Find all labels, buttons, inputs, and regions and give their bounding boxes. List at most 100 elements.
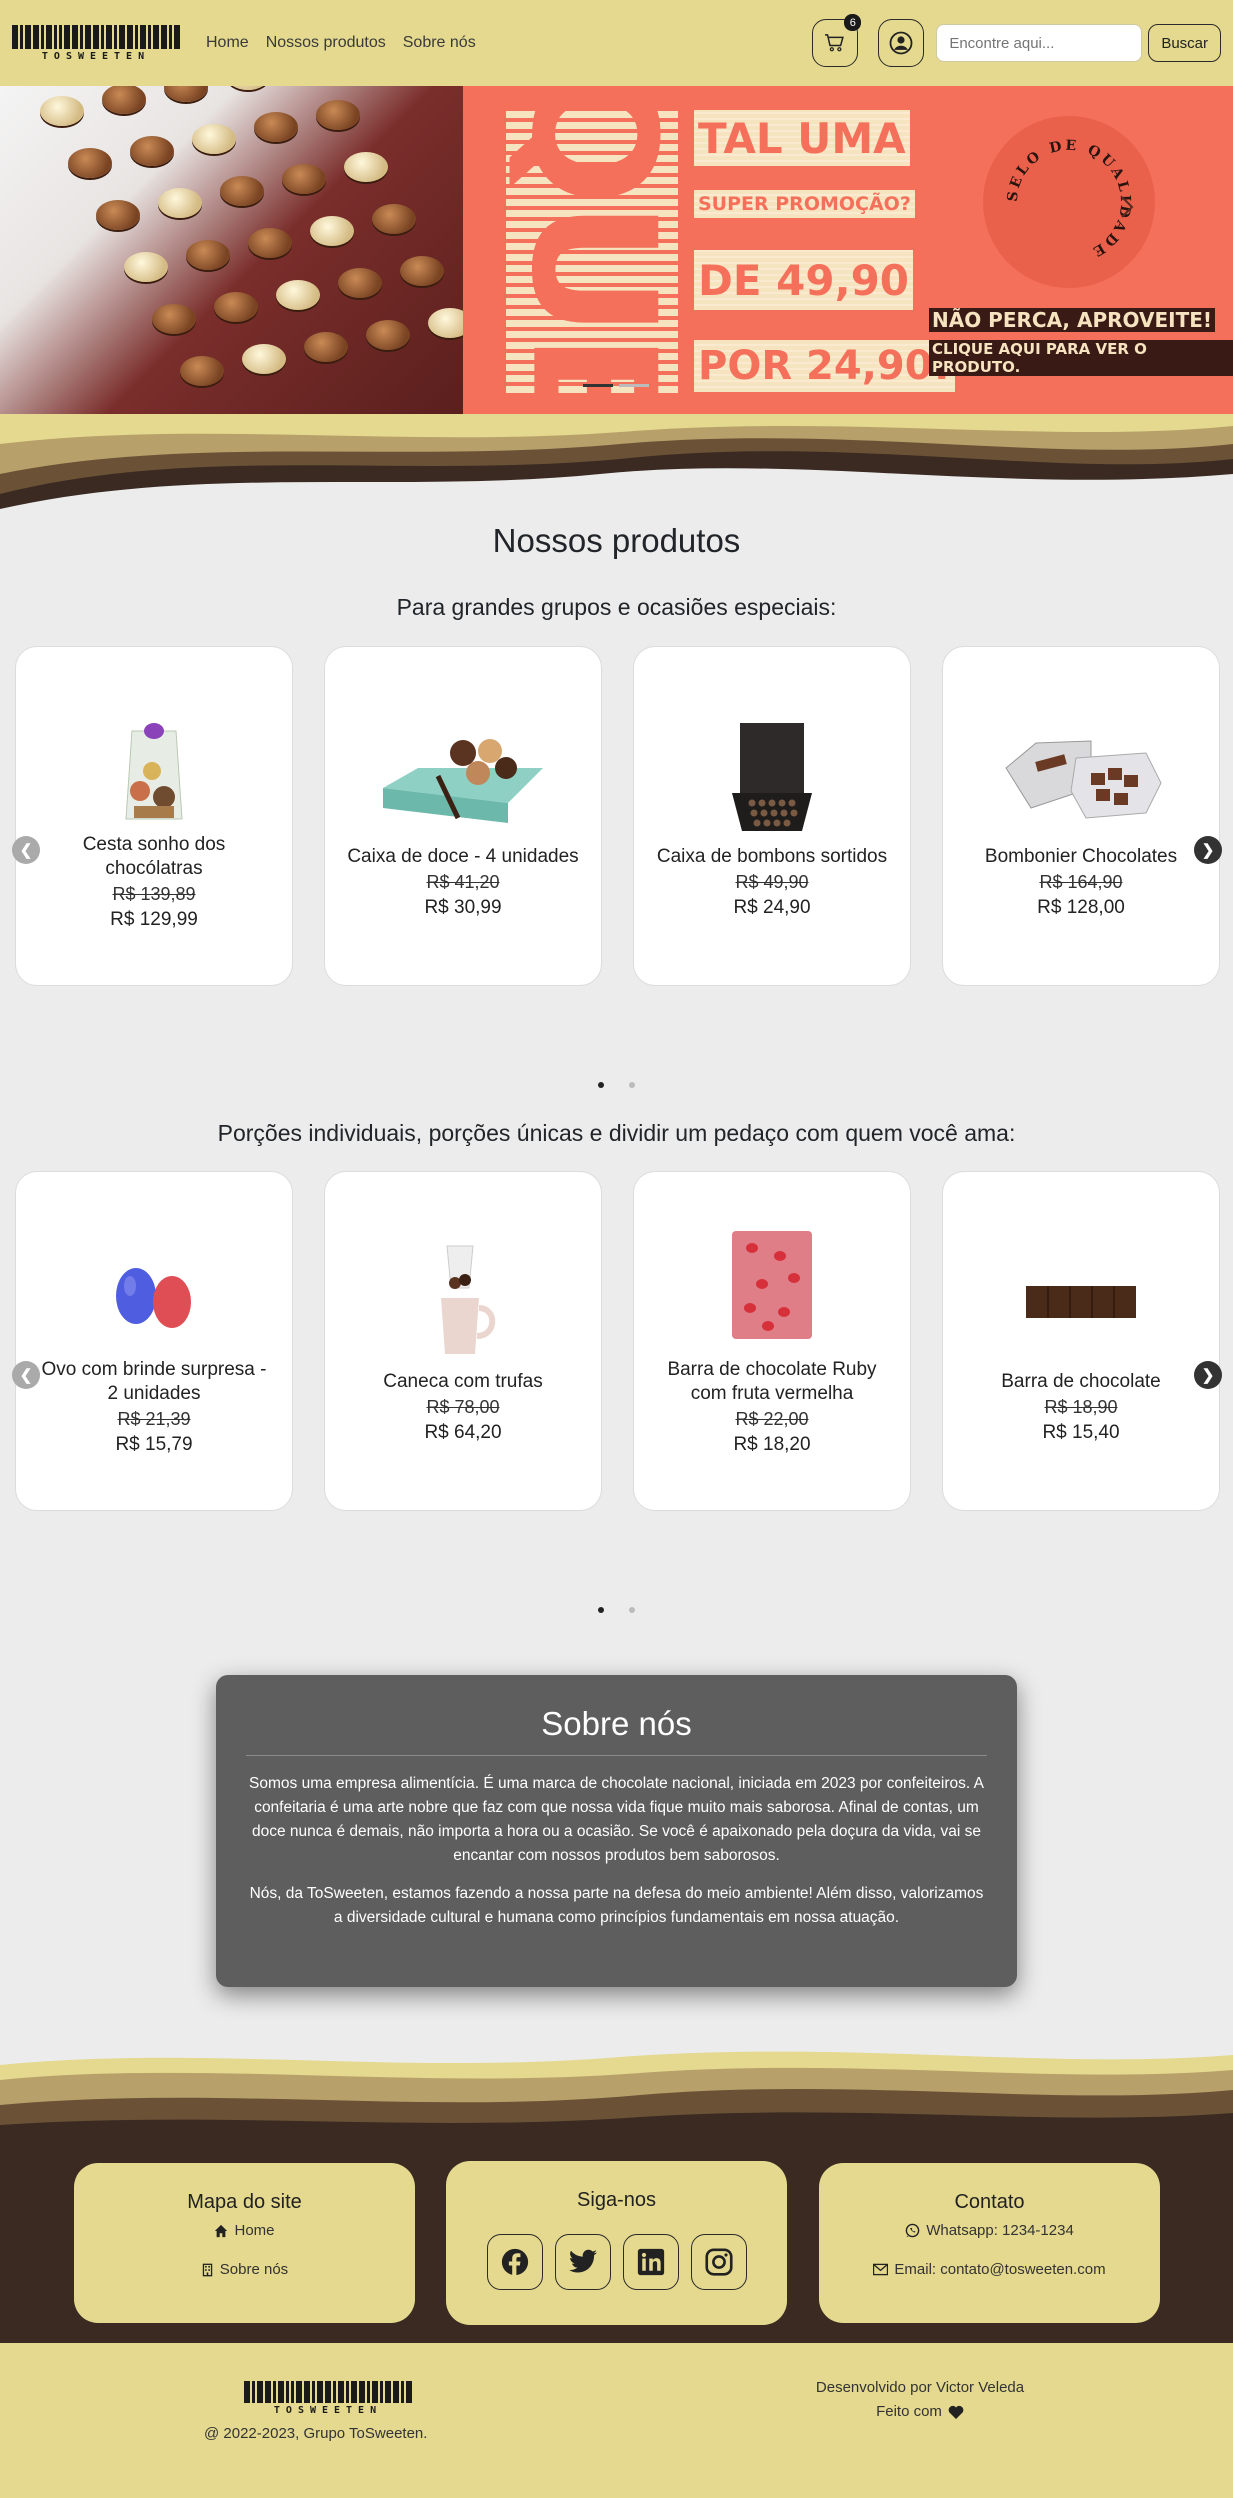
twitter-button[interactable] (554, 2234, 611, 2290)
nav-link-home[interactable]: Home (206, 34, 249, 52)
promo-banner[interactable]: QUE TAL UMA SUPER PROMOÇÃO? DE 49,90 POR… (0, 86, 1233, 414)
product-card-basket[interactable]: Cesta sonho dos chocólatras R$ 139,89 R$… (15, 646, 293, 986)
sitemap-home-link[interactable]: Home (74, 2222, 415, 2239)
account-button[interactable] (878, 19, 925, 67)
bonbon-shape (158, 188, 202, 218)
product-name: Ovo com brinde surpresa - 2 unidades (41, 1358, 267, 1404)
bonbon-shape (282, 164, 326, 194)
product-name: Cesta sonho dos chocólatras (82, 833, 226, 879)
nav-link-products[interactable]: Nossos produtos (266, 34, 386, 52)
product-card-bonbon-box[interactable]: Caixa de bombons sortidos R$ 49,90 R$ 24… (633, 646, 911, 986)
product-card-mug[interactable]: Caneca com trufas R$ 78,00 R$ 64,20 (324, 1171, 602, 1511)
bonbon-shape (164, 86, 208, 102)
bonbon-shape (276, 280, 320, 310)
bonbon-shape (40, 96, 84, 126)
search-input[interactable] (936, 24, 1143, 62)
bonbon-shape (192, 124, 236, 154)
brand-logo[interactable]: TOSWEETEN (12, 24, 180, 62)
banner-indicator-2[interactable] (619, 384, 649, 387)
about-paragraph-2: Nós, da ToSweeten, estamos fazendo a nos… (249, 1885, 984, 1926)
product-old-price: R$ 21,39 (117, 1409, 191, 1430)
whatsapp-text: Whatsapp: 1234-1234 (926, 2222, 1074, 2239)
bonbon-shape (242, 344, 286, 374)
carousel-dot-2[interactable] (629, 1607, 635, 1613)
carousel-next-button[interactable]: ❯ (1194, 1361, 1222, 1389)
linkedin-button[interactable] (622, 2234, 679, 2290)
bombonier-image (1005, 713, 1162, 833)
product-old-price: R$ 22,00 (735, 1409, 809, 1430)
sweet-box-image (383, 713, 543, 833)
about-title: Sobre nós (541, 1705, 692, 1742)
product-card-ruby-bar[interactable]: Barra de chocolate Ruby com fruta vermel… (633, 1171, 911, 1511)
single-subtitle: Porções individuais, porções únicas e di… (217, 1120, 1016, 1146)
eggs-image (84, 1226, 224, 1346)
bonbon-shape (152, 304, 196, 334)
mug-image (393, 1238, 533, 1358)
cart-button[interactable]: 6 (812, 14, 862, 67)
search-button[interactable]: Buscar (1148, 24, 1221, 62)
chocolate-box-photo (0, 86, 463, 414)
about-divider (246, 1755, 987, 1756)
email-contact[interactable]: Email: contato@tosweeten.com (819, 2261, 1160, 2278)
contact-title: Contato (954, 2191, 1025, 2213)
sitemap-about-link[interactable]: Sobre nós (74, 2261, 415, 2278)
developer-credit: Desenvolvido por Victor Veleda (815, 2379, 1025, 2396)
footer-bottom-bar: TOSWEETEN @ 2022-2023, Grupo ToSweeten. … (0, 2343, 1233, 2498)
bonbon-shape (254, 112, 298, 142)
banner-indicator-1[interactable] (583, 384, 613, 387)
bonbon-shape (428, 308, 463, 338)
copyright-text: @ 2022-2023, Grupo ToSweeten. (204, 2425, 428, 2442)
carousel-prev-button[interactable]: ❮ (12, 1361, 40, 1389)
carousel-dot-1[interactable] (598, 1607, 604, 1613)
sitemap-about-label: Sobre nós (219, 2261, 289, 2278)
brand-name: TOSWEETEN (41, 50, 151, 62)
bonbon-shape (102, 86, 146, 114)
linkedin-icon (637, 2248, 664, 2276)
promo-que-text: QUE (493, 86, 691, 414)
whatsapp-contact[interactable]: Whatsapp: 1234-1234 (819, 2222, 1160, 2239)
cart-count-badge: 6 (844, 14, 862, 31)
product-price: R$ 30,99 (424, 897, 502, 919)
product-price: R$ 24,90 (733, 897, 811, 919)
envelope-icon (873, 2263, 889, 2276)
barcode-logo-icon (12, 24, 180, 49)
instagram-button[interactable] (690, 2234, 747, 2290)
product-price: R$ 128,00 (1037, 897, 1125, 919)
product-card-sweet-box[interactable]: Caixa de doce - 4 unidades R$ 41,20 R$ 3… (324, 646, 602, 986)
product-price: R$ 18,20 (733, 1434, 811, 1456)
promo-line-4: POR 24,90! (694, 340, 955, 392)
follow-title: Siga-nos (577, 2189, 656, 2211)
carousel-dot-1[interactable] (598, 1082, 604, 1088)
product-card-bombonier[interactable]: Bombonier Chocolates R$ 164,90 R$ 128,00 (942, 646, 1220, 986)
product-card-chocolate-bar[interactable]: Barra de chocolate R$ 18,90 R$ 15,40 (942, 1171, 1220, 1511)
product-old-price: R$ 78,00 (426, 1397, 500, 1418)
bonbon-shape (316, 100, 360, 130)
wave-divider-top (0, 414, 1233, 509)
product-card-eggs[interactable]: Ovo com brinde surpresa - 2 unidades R$ … (15, 1171, 293, 1511)
bonbon-shape (310, 216, 354, 246)
bonbon-shape (96, 200, 140, 230)
about-section: Sobre nós Somos uma empresa alimentícia.… (216, 1675, 1017, 1987)
whatsapp-icon (905, 2223, 920, 2238)
product-name: Barra de chocolate Ruby com fruta vermel… (667, 1358, 877, 1404)
carousel-prev-button[interactable]: ❮ (12, 836, 40, 864)
footer-logo[interactable]: TOSWEETEN (244, 2381, 412, 2416)
facebook-button[interactable] (486, 2234, 543, 2290)
promo-cta-2[interactable]: CLIQUE AQUI PARA VER O PRODUTO. (929, 340, 1233, 376)
carousel-dot-2[interactable] (629, 1082, 635, 1088)
bonbon-shape (186, 240, 230, 270)
contact-box: Contato Whatsapp: 1234-1234 Email: conta… (819, 2163, 1160, 2323)
carousel-next-button[interactable]: ❯ (1194, 836, 1222, 864)
basket-image (84, 701, 224, 821)
product-old-price: R$ 164,90 (1039, 872, 1123, 893)
chevron-left-icon: ❮ (19, 842, 33, 859)
product-name: Caneca com trufas (383, 1370, 543, 1392)
nav-link-about[interactable]: Sobre nós (403, 34, 476, 52)
product-price: R$ 15,79 (115, 1434, 193, 1456)
bonbon-shape (304, 332, 348, 362)
bonbon-shape (68, 148, 112, 178)
barcode-logo-icon (244, 2381, 412, 2403)
heart-icon (948, 2405, 964, 2419)
facebook-icon (501, 2248, 528, 2276)
product-old-price: R$ 18,90 (1044, 1397, 1118, 1418)
